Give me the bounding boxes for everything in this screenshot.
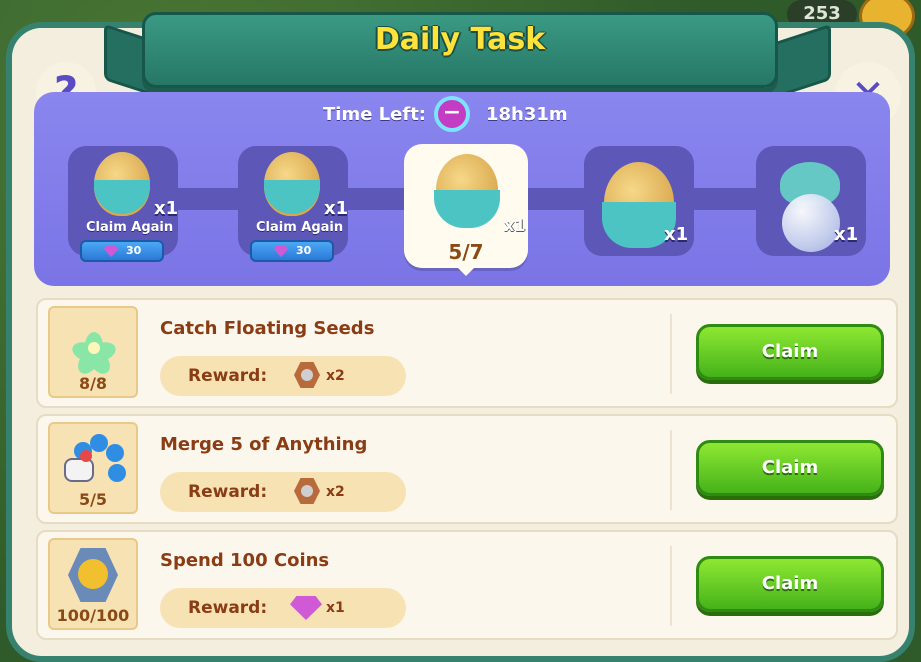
reward-quantity: x2 [326,368,345,384]
claim-button[interactable]: Claim [696,324,884,380]
divider [670,546,672,626]
milestone-progress: 5/7 [448,240,484,264]
task-icon-box: 5/5 [48,422,138,514]
claim-button[interactable]: Claim [696,556,884,612]
divider [670,430,672,510]
task-icon-box: 8/8 [48,306,138,398]
seed-pack-icon [294,362,320,388]
floating-seed-icon [69,326,119,378]
milestone-quantity: x1 [664,224,689,245]
reward-label: Reward: [188,482,268,502]
task-icon-box: 100/100 [48,538,138,630]
cost-value: 30 [126,244,142,257]
cost-value: 30 [296,244,312,257]
task-progress: 100/100 [56,606,130,625]
timer-icon: − [434,96,470,132]
reward-label: Reward: [188,598,268,618]
timer-label: Time Left: [323,104,426,125]
milestone-5[interactable]: x1 [756,146,866,256]
task-row: 5/5 Merge 5 of Anything Reward: x2 Claim [36,414,898,524]
timer-value: 18h31m [486,104,568,125]
merge-icon [50,424,140,490]
milestone-4[interactable]: x1 [584,146,694,256]
claim-again-cost-button[interactable]: 30 [80,240,164,262]
task-row: 8/8 Catch Floating Seeds Reward: x2 Clai… [36,298,898,408]
claim-again-label: Claim Again [256,220,344,235]
task-row: 100/100 Spend 100 Coins Reward: x1 Claim [36,530,898,640]
milestone-quantity: x1 [834,224,859,245]
claim-again-label: Claim Again [86,220,174,235]
gem-icon [104,245,118,257]
reward-pill: Reward: x1 [160,588,406,628]
task-progress: 8/8 [78,374,108,393]
claim-button[interactable]: Claim [696,440,884,496]
coin-icon [68,548,118,602]
milestone-quantity: x1 [324,198,349,219]
gem-icon [274,245,288,257]
task-title: Spend 100 Coins [160,550,330,571]
reward-label: Reward: [188,366,268,386]
gem-icon [290,596,322,620]
reward-pill: Reward: x2 [160,472,406,512]
claim-button-label: Claim [761,341,819,362]
page-title: Daily Task [374,22,546,57]
milestone-1[interactable]: x1 Claim Again 30 [68,146,179,262]
reward-pill: Reward: x2 [160,356,406,396]
reward-quantity: x2 [326,484,345,500]
divider [670,314,672,394]
bubble-icon [782,194,840,252]
claim-button-label: Claim [761,573,819,594]
claim-button-label: Claim [761,457,819,478]
task-progress: 5/5 [78,490,108,509]
reward-quantity: x1 [326,600,345,616]
current-pointer [456,266,476,276]
milestone-quantity: x1 [504,216,526,235]
claim-again-cost-button[interactable]: 30 [250,240,334,262]
milestone-quantity: x1 [154,198,179,219]
milestone-2[interactable]: x1 Claim Again 30 [238,146,349,262]
seed-pack-icon [294,478,320,504]
task-title: Merge 5 of Anything [160,434,368,455]
task-title: Catch Floating Seeds [160,318,375,339]
